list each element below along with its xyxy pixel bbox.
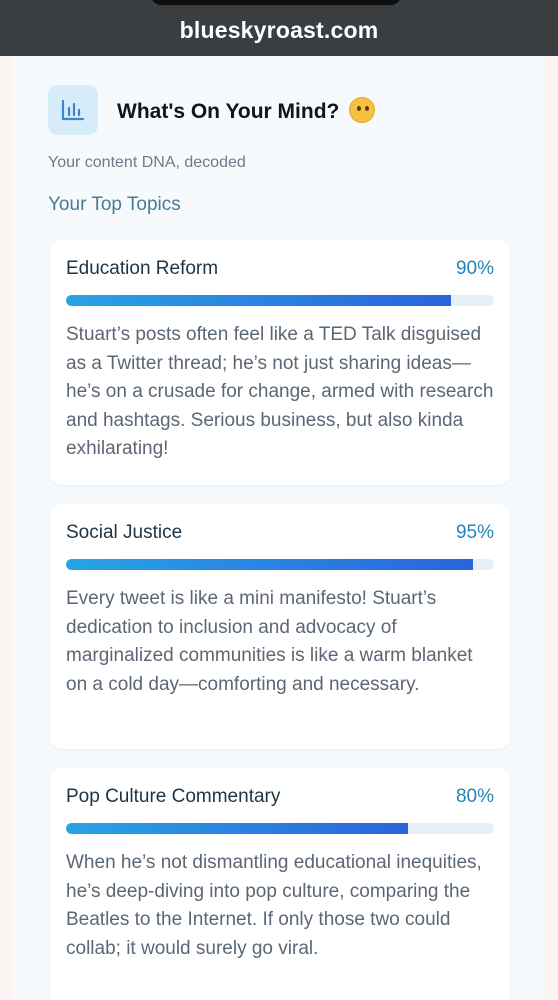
topic-card-pop-culture-commentary: Pop Culture Commentary 80% When he’s not… (50, 768, 510, 1000)
bar-chart-icon-svg (61, 99, 85, 121)
bar-chart-icon (48, 85, 98, 135)
topic-card-header: Social Justice 95% (66, 522, 494, 544)
topic-progress-track (66, 823, 494, 834)
device-notch (151, 0, 401, 5)
topic-name: Social Justice (66, 522, 183, 543)
topic-description: When he’s not dismantling educational in… (66, 852, 482, 959)
browser-address-bar[interactable]: blueskyroast.com (0, 0, 558, 56)
topics-panel: What's On Your Mind? Your content DNA, d… (14, 56, 544, 1000)
url-domain[interactable]: blueskyroast.com (180, 17, 379, 44)
topic-percent: 90% (455, 258, 494, 279)
panel-header: What's On Your Mind? (48, 85, 376, 135)
topic-name: Education Reform (66, 258, 219, 279)
page-title-text: What's On Your Mind? (117, 99, 340, 123)
section-title: Your Top Topics (48, 194, 181, 215)
topic-progress-fill (66, 823, 409, 834)
page-subtitle: Your content DNA, decoded (48, 154, 246, 171)
thinking-face-icon (349, 96, 376, 123)
topic-percent: 80% (455, 786, 494, 807)
topic-description: Every tweet is like a mini manifesto! St… (66, 588, 473, 695)
topic-progress-track (66, 559, 494, 570)
page-title: What's On Your Mind? (117, 96, 376, 124)
topic-percent: 95% (455, 522, 494, 543)
topic-card-header: Pop Culture Commentary 80% (66, 786, 494, 808)
topic-progress-track (66, 295, 494, 306)
topic-progress-fill (66, 559, 473, 570)
topic-card-header: Education Reform 90% (66, 258, 494, 280)
topic-progress-fill (66, 295, 452, 306)
topic-name: Pop Culture Commentary (66, 786, 281, 807)
topic-card-social-justice: Social Justice 95% Every tweet is like a… (50, 504, 510, 749)
topic-description: Stuart’s posts often feel like a TED Tal… (66, 324, 494, 459)
topic-card-education-reform: Education Reform 90% Stuart’s posts ofte… (50, 240, 510, 485)
